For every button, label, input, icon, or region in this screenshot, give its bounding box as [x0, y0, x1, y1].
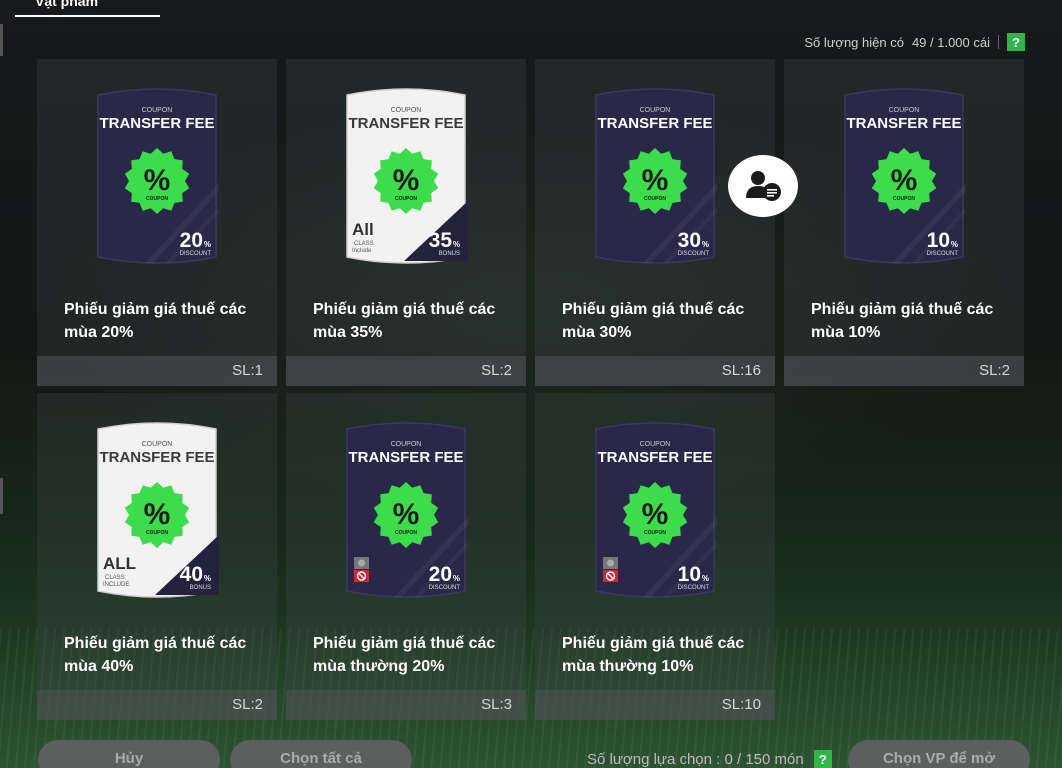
open-item-button[interactable]: Chọn VP để mở — [848, 740, 1030, 768]
badge-label: COUPON — [893, 196, 915, 202]
coupon-subtext: DISCOUNT — [429, 585, 461, 591]
coupon-header: COUPON — [391, 441, 422, 448]
item-name: Phiếu giảm giá thuế các mùa 20% — [64, 301, 247, 341]
divider — [998, 35, 999, 49]
item-quantity: SL:10 — [535, 690, 775, 720]
item-quantity: SL:2 — [784, 356, 1024, 386]
user-chat-icon[interactable] — [728, 155, 798, 217]
badge-label: COUPON — [146, 196, 168, 202]
quantity-value: 49 / 1.000 cái — [911, 34, 990, 50]
coupon-title: TRANSFER FEE — [99, 449, 214, 466]
all-class-sub: INCLUDE — [103, 582, 129, 588]
coupon-title: TRANSFER FEE — [348, 449, 463, 466]
item-card[interactable]: COUPON TRANSFER FEE % COUPON 20 % DISCOU… — [286, 393, 526, 720]
coupon-image: COUPON TRANSFER FEE % COUPON 20 % DISCOU… — [344, 417, 468, 605]
coupon-value: 10 — [927, 229, 950, 252]
item-quantity: SL:16 — [535, 356, 775, 386]
coupon-image: COUPON TRANSFER FEE % COUPON ALL CLASS I… — [95, 417, 219, 605]
coupon-title: TRANSFER FEE — [99, 115, 214, 132]
coupon-image: COUPON TRANSFER FEE % COUPON All CLASS I… — [344, 83, 468, 271]
badge-percent: % — [393, 164, 420, 197]
coupon-value: 40 — [180, 563, 203, 586]
item-card[interactable]: COUPON TRANSFER FEE % COUPON All CLASS I… — [286, 59, 526, 386]
help-icon[interactable]: ? — [1007, 33, 1025, 51]
coupon-subtext: DISCOUNT — [678, 585, 710, 591]
coupon-value-suffix: % — [702, 240, 709, 249]
coupon-title: TRANSFER FEE — [348, 115, 463, 132]
coupon-image: COUPON TRANSFER FEE % COUPON 10 % DISCOU… — [842, 83, 966, 271]
coupon-title: TRANSFER FEE — [846, 115, 961, 132]
help-icon[interactable]: ? — [813, 750, 832, 768]
selection-count: Số lượng lựa chọn : 0 / 150 món ? — [587, 750, 832, 768]
item-card[interactable]: COUPON TRANSFER FEE % COUPON 30 % DISCOU… — [535, 59, 775, 386]
badge-label: COUPON — [395, 196, 417, 202]
item-quantity: SL:3 — [286, 690, 526, 720]
coupon-image: COUPON TRANSFER FEE % COUPON 30 % DISCOU… — [593, 83, 717, 271]
select-all-button[interactable]: Chọn tất cả — [230, 740, 412, 768]
item-card[interactable]: COUPON TRANSFER FEE % COUPON 10 % DISCOU… — [535, 393, 775, 720]
coupon-image: COUPON TRANSFER FEE % COUPON 20 % DISCOU… — [95, 83, 219, 271]
coupon-title: TRANSFER FEE — [597, 115, 712, 132]
badge-percent: % — [144, 164, 171, 197]
coupon-header: COUPON — [142, 441, 173, 448]
coupon-value: 35 — [429, 229, 453, 252]
badge-label: COUPON — [644, 196, 666, 202]
item-quantity: SL:1 — [37, 356, 277, 386]
tab-items[interactable]: Vật phẩm — [15, 0, 160, 17]
coupon-subtext: BONUS — [439, 251, 460, 257]
all-class-sub: CLASS — [354, 241, 374, 247]
coupon-header: COUPON — [142, 107, 173, 114]
badge-label: COUPON — [146, 530, 168, 536]
item-name: Phiếu giảm giá thuế các mùa 40% — [64, 635, 247, 675]
coupon-value-suffix: % — [951, 240, 958, 249]
coupon-value-suffix: % — [453, 574, 460, 583]
quantity-label: Số lượng hiện có — [804, 34, 904, 50]
coupon-subtext: DISCOUNT — [927, 251, 959, 257]
item-name: Phiếu giảm giá thuế các mùa thường 10% — [562, 635, 745, 675]
item-card[interactable]: COUPON TRANSFER FEE % COUPON 20 % DISCOU… — [37, 59, 277, 386]
left-edge-marker — [0, 478, 3, 514]
badge-percent: % — [891, 164, 918, 197]
coupon-value-suffix: % — [453, 240, 460, 249]
coupon-value-suffix: % — [702, 574, 709, 583]
all-class-text: ALL — [103, 554, 136, 573]
inventory-quantity: Số lượng hiện có 49 / 1.000 cái ? — [804, 32, 1025, 52]
item-name: Phiếu giảm giá thuế các mùa thường 20% — [313, 635, 496, 675]
coupon-subtext: DISCOUNT — [678, 251, 710, 257]
left-edge-marker — [0, 24, 3, 56]
coupon-title: TRANSFER FEE — [597, 449, 712, 466]
coupon-header: COUPON — [640, 441, 671, 448]
coupon-subtext: DISCOUNT — [180, 251, 212, 257]
coupon-value: 10 — [678, 563, 701, 586]
coupon-value-suffix: % — [204, 574, 211, 583]
item-quantity: SL:2 — [286, 356, 526, 386]
badge-label: COUPON — [395, 530, 417, 536]
coupon-value-suffix: % — [204, 240, 211, 249]
coupon-image: COUPON TRANSFER FEE % COUPON 10 % DISCOU… — [593, 417, 717, 605]
coupon-value: 30 — [678, 229, 701, 252]
coupon-header: COUPON — [640, 107, 671, 114]
item-name: Phiếu giảm giá thuế các mùa 30% — [562, 301, 745, 341]
badge-percent: % — [144, 498, 171, 531]
coupon-header: COUPON — [889, 107, 920, 114]
coupon-header: COUPON — [391, 107, 422, 114]
all-class-text: All — [352, 220, 374, 239]
all-class-sub: CLASS — [105, 575, 125, 581]
selection-label: Số lượng lựa chọn : 0 / 150 món — [587, 750, 804, 768]
item-card[interactable]: COUPON TRANSFER FEE % COUPON ALL CLASS I… — [37, 393, 277, 720]
item-card[interactable]: COUPON TRANSFER FEE % COUPON 10 % DISCOU… — [784, 59, 1024, 386]
badge-percent: % — [642, 164, 669, 197]
badge-percent: % — [393, 498, 420, 531]
item-name: Phiếu giảm giá thuế các mùa 35% — [313, 301, 496, 341]
badge-percent: % — [642, 498, 669, 531]
item-name: Phiếu giảm giá thuế các mùa 10% — [811, 301, 994, 341]
coupon-subtext: BONUS — [190, 585, 211, 591]
all-class-sub: Include — [352, 248, 372, 254]
coupon-value: 20 — [180, 229, 203, 252]
badge-label: COUPON — [644, 530, 666, 536]
item-quantity: SL:2 — [37, 690, 277, 720]
coupon-value: 20 — [429, 563, 452, 586]
cancel-button[interactable]: Hủy — [38, 740, 220, 768]
